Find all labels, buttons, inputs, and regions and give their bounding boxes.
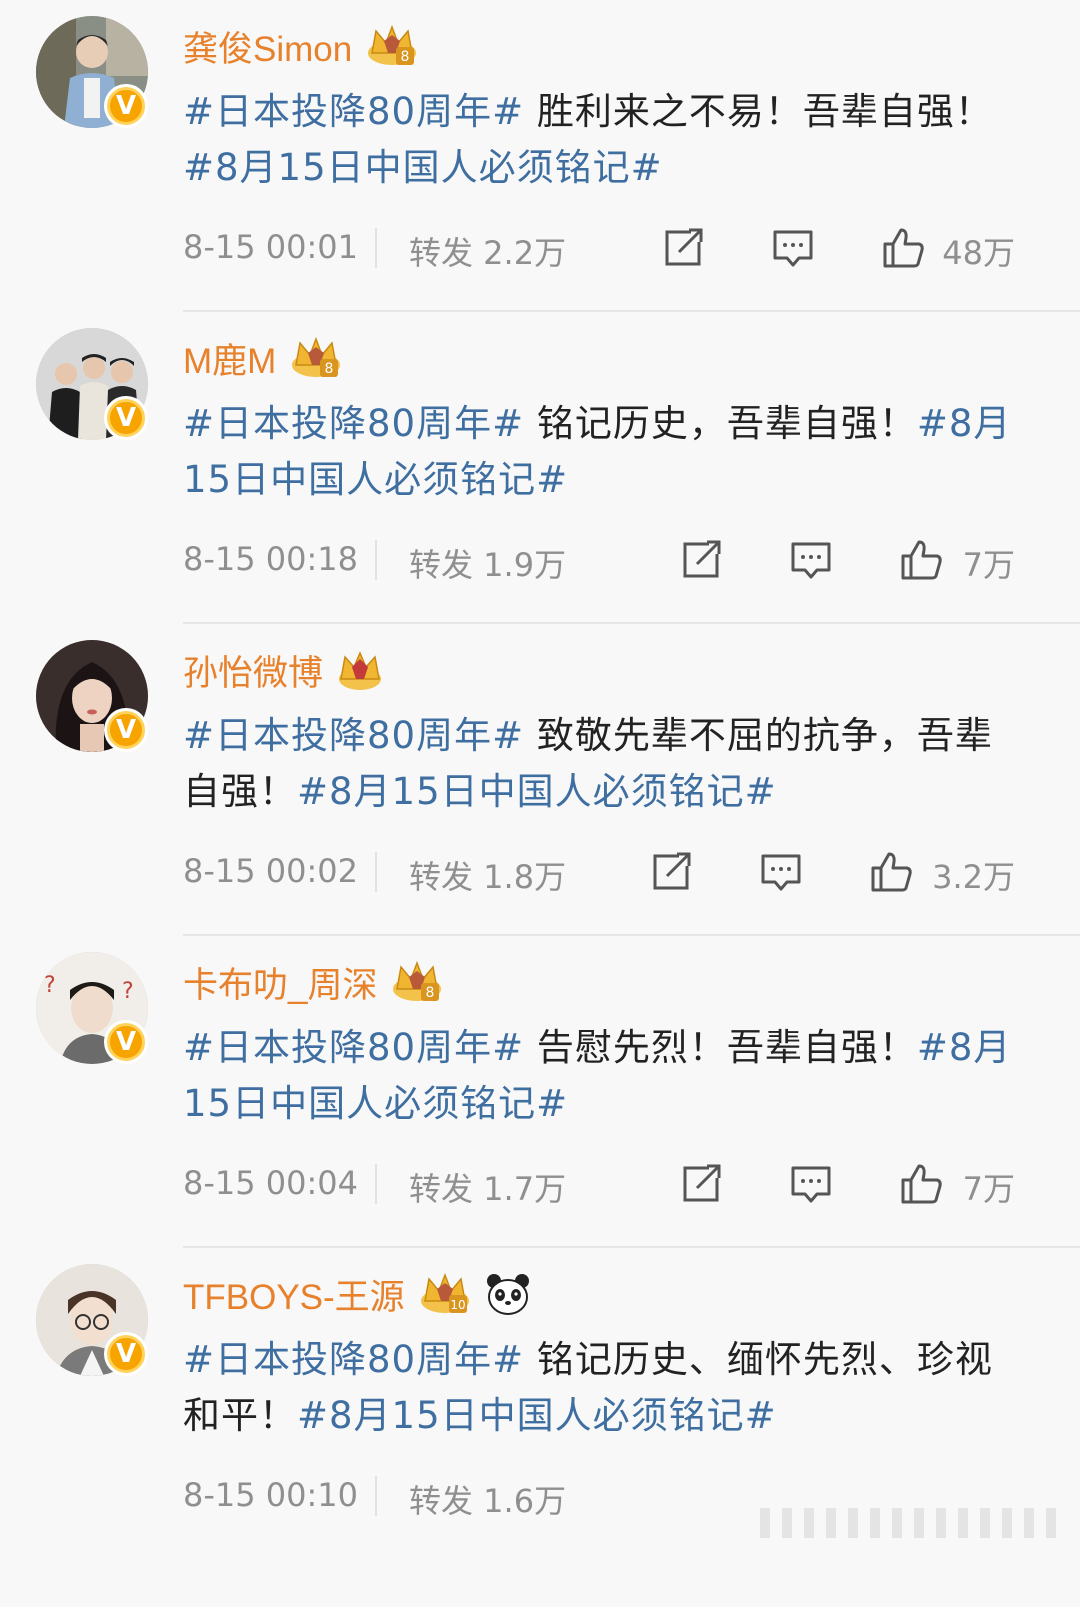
svg-text:8: 8 (325, 361, 334, 377)
share-icon[interactable] (661, 226, 705, 270)
username-row: M鹿M 8 (183, 334, 342, 382)
comment-icon[interactable] (789, 1162, 833, 1206)
post-card[interactable]: V M鹿M 8 #日本投降80周年# 铭记历史，吾辈自强！#8月15日中国人必须… (0, 312, 1080, 624)
meta-divider (375, 1476, 377, 1516)
username[interactable]: 卡布叻_周深 (183, 957, 377, 1008)
username-row: TFBOYS-王源 10 (183, 1270, 531, 1318)
crown-icon (339, 651, 382, 690)
username-row: 孙怡微博 (183, 646, 383, 694)
crown-level-icon: 10 (420, 1272, 469, 1313)
timestamp: 8-15 00:02 (183, 852, 359, 890)
timestamp: 8-15 00:10 (183, 1476, 359, 1514)
post-text: #日本投降80周年# 胜利来之不易！吾辈自强！ #8月15日中国人必须铭记# (183, 84, 1023, 196)
username-row: 龚俊Simon 8 (183, 22, 418, 70)
verified-badge: V (104, 708, 148, 752)
timestamp: 8-15 00:18 (183, 540, 359, 578)
post-text: #日本投降80周年# 致敬先辈不屈的抗争，吾辈自强！#8月15日中国人必须铭记# (183, 708, 1023, 820)
meta-divider (375, 228, 377, 268)
repost-count[interactable]: 转发 2.2万 (409, 228, 566, 274)
repost-count[interactable]: 转发 1.6万 (409, 1476, 566, 1522)
post-text: #日本投降80周年# 告慰先烈！吾辈自强！#8月15日中国人必须铭记# (183, 1020, 1023, 1132)
username[interactable]: 孙怡微博 (183, 645, 323, 696)
svg-text:?: ? (122, 979, 134, 1004)
svg-text:8: 8 (426, 985, 435, 1001)
like-count: 3.2万 (932, 858, 1015, 896)
hashtag-link[interactable]: #8月15日中国人必须铭记# (297, 1394, 777, 1437)
post-body: 告慰先烈！吾辈自强！ (524, 1026, 917, 1069)
thumbs-up-icon[interactable] (899, 538, 943, 582)
crown-level-icon: 8 (368, 24, 417, 65)
svg-text:8: 8 (401, 49, 410, 65)
hashtag-link[interactable]: #日本投降80周年# (183, 90, 524, 133)
post-meta: 8-15 00:02 转发 1.8万 3.2万 (183, 844, 1023, 900)
username[interactable]: M鹿M (183, 333, 276, 384)
username-row: 卡布叻_周深 8 (183, 958, 443, 1006)
comment-icon[interactable] (789, 538, 833, 582)
post-meta: 8-15 00:18 转发 1.9万 7万 (183, 532, 1023, 588)
meta-divider (375, 1164, 377, 1204)
post-text: #日本投降80周年# 铭记历史，吾辈自强！#8月15日中国人必须铭记# (183, 396, 1023, 508)
like-count: 7万 (962, 1170, 1015, 1208)
verified-badge: V (104, 1020, 148, 1064)
meta-divider (375, 540, 377, 580)
crown-level-icon: 8 (393, 960, 442, 1001)
post-body: 胜利来之不易！吾辈自强！ (524, 90, 993, 133)
post-meta: 8-15 00:01 转发 2.2万 48万 (183, 220, 1023, 276)
repost-count[interactable]: 转发 1.9万 (409, 540, 566, 586)
verified-badge: V (104, 1332, 148, 1376)
post-card[interactable]: V 龚俊Simon 8 #日本投降80周年# 胜利来之不易！吾辈自强！ #8月15… (0, 0, 1080, 312)
username[interactable]: 龚俊Simon (183, 21, 352, 72)
timestamp: 8-15 00:04 (183, 1164, 359, 1202)
share-icon[interactable] (679, 538, 723, 582)
hashtag-link[interactable]: #8月15日中国人必须铭记# (297, 770, 777, 813)
comment-icon[interactable] (759, 850, 803, 894)
post-text: #日本投降80周年# 铭记历史、缅怀先烈、珍视和平！#8月15日中国人必须铭记# (183, 1332, 1023, 1444)
meta-divider (375, 852, 377, 892)
thumbs-up-icon[interactable] (869, 850, 913, 894)
post-meta: 8-15 00:04 转发 1.7万 7万 (183, 1156, 1023, 1212)
hashtag-link[interactable]: #8月15日中国人必须铭记# (183, 146, 663, 189)
post-card[interactable]: V 孙怡微博 #日本投降80周年# 致敬先辈不屈的抗争，吾辈自强！#8月15日中… (0, 624, 1080, 936)
share-icon[interactable] (679, 1162, 723, 1206)
verified-badge: V (104, 84, 148, 128)
panda-icon (486, 1274, 529, 1315)
repost-count[interactable]: 转发 1.8万 (409, 852, 566, 898)
username[interactable]: TFBOYS-王源 (183, 1269, 405, 1320)
hashtag-link[interactable]: #日本投降80周年# (183, 402, 524, 445)
blurred-overlay (760, 1508, 1060, 1538)
share-icon[interactable] (649, 850, 693, 894)
hashtag-link[interactable]: #日本投降80周年# (183, 1338, 524, 1381)
like-count: 48万 (942, 234, 1015, 272)
verified-badge: V (104, 396, 148, 440)
svg-text:10: 10 (450, 1298, 465, 1312)
post-card[interactable]: ? ? V 卡布叻_周深 8 #日本投降80周年# 告慰先烈！吾辈自强！#8月1… (0, 936, 1080, 1248)
thumbs-up-icon[interactable] (881, 226, 925, 270)
thumbs-up-icon[interactable] (899, 1162, 943, 1206)
weibo-feed: V 龚俊Simon 8 #日本投降80周年# 胜利来之不易！吾辈自强！ #8月15… (0, 0, 1080, 1607)
timestamp: 8-15 00:01 (183, 228, 359, 266)
comment-icon[interactable] (771, 226, 815, 270)
hashtag-link[interactable]: #日本投降80周年# (183, 714, 524, 757)
repost-count[interactable]: 转发 1.7万 (409, 1164, 566, 1210)
svg-text:?: ? (44, 973, 56, 998)
post-body: 铭记历史，吾辈自强！ (524, 402, 917, 445)
like-count: 7万 (962, 546, 1015, 584)
hashtag-link[interactable]: #日本投降80周年# (183, 1026, 524, 1069)
crown-level-icon: 8 (292, 336, 341, 377)
